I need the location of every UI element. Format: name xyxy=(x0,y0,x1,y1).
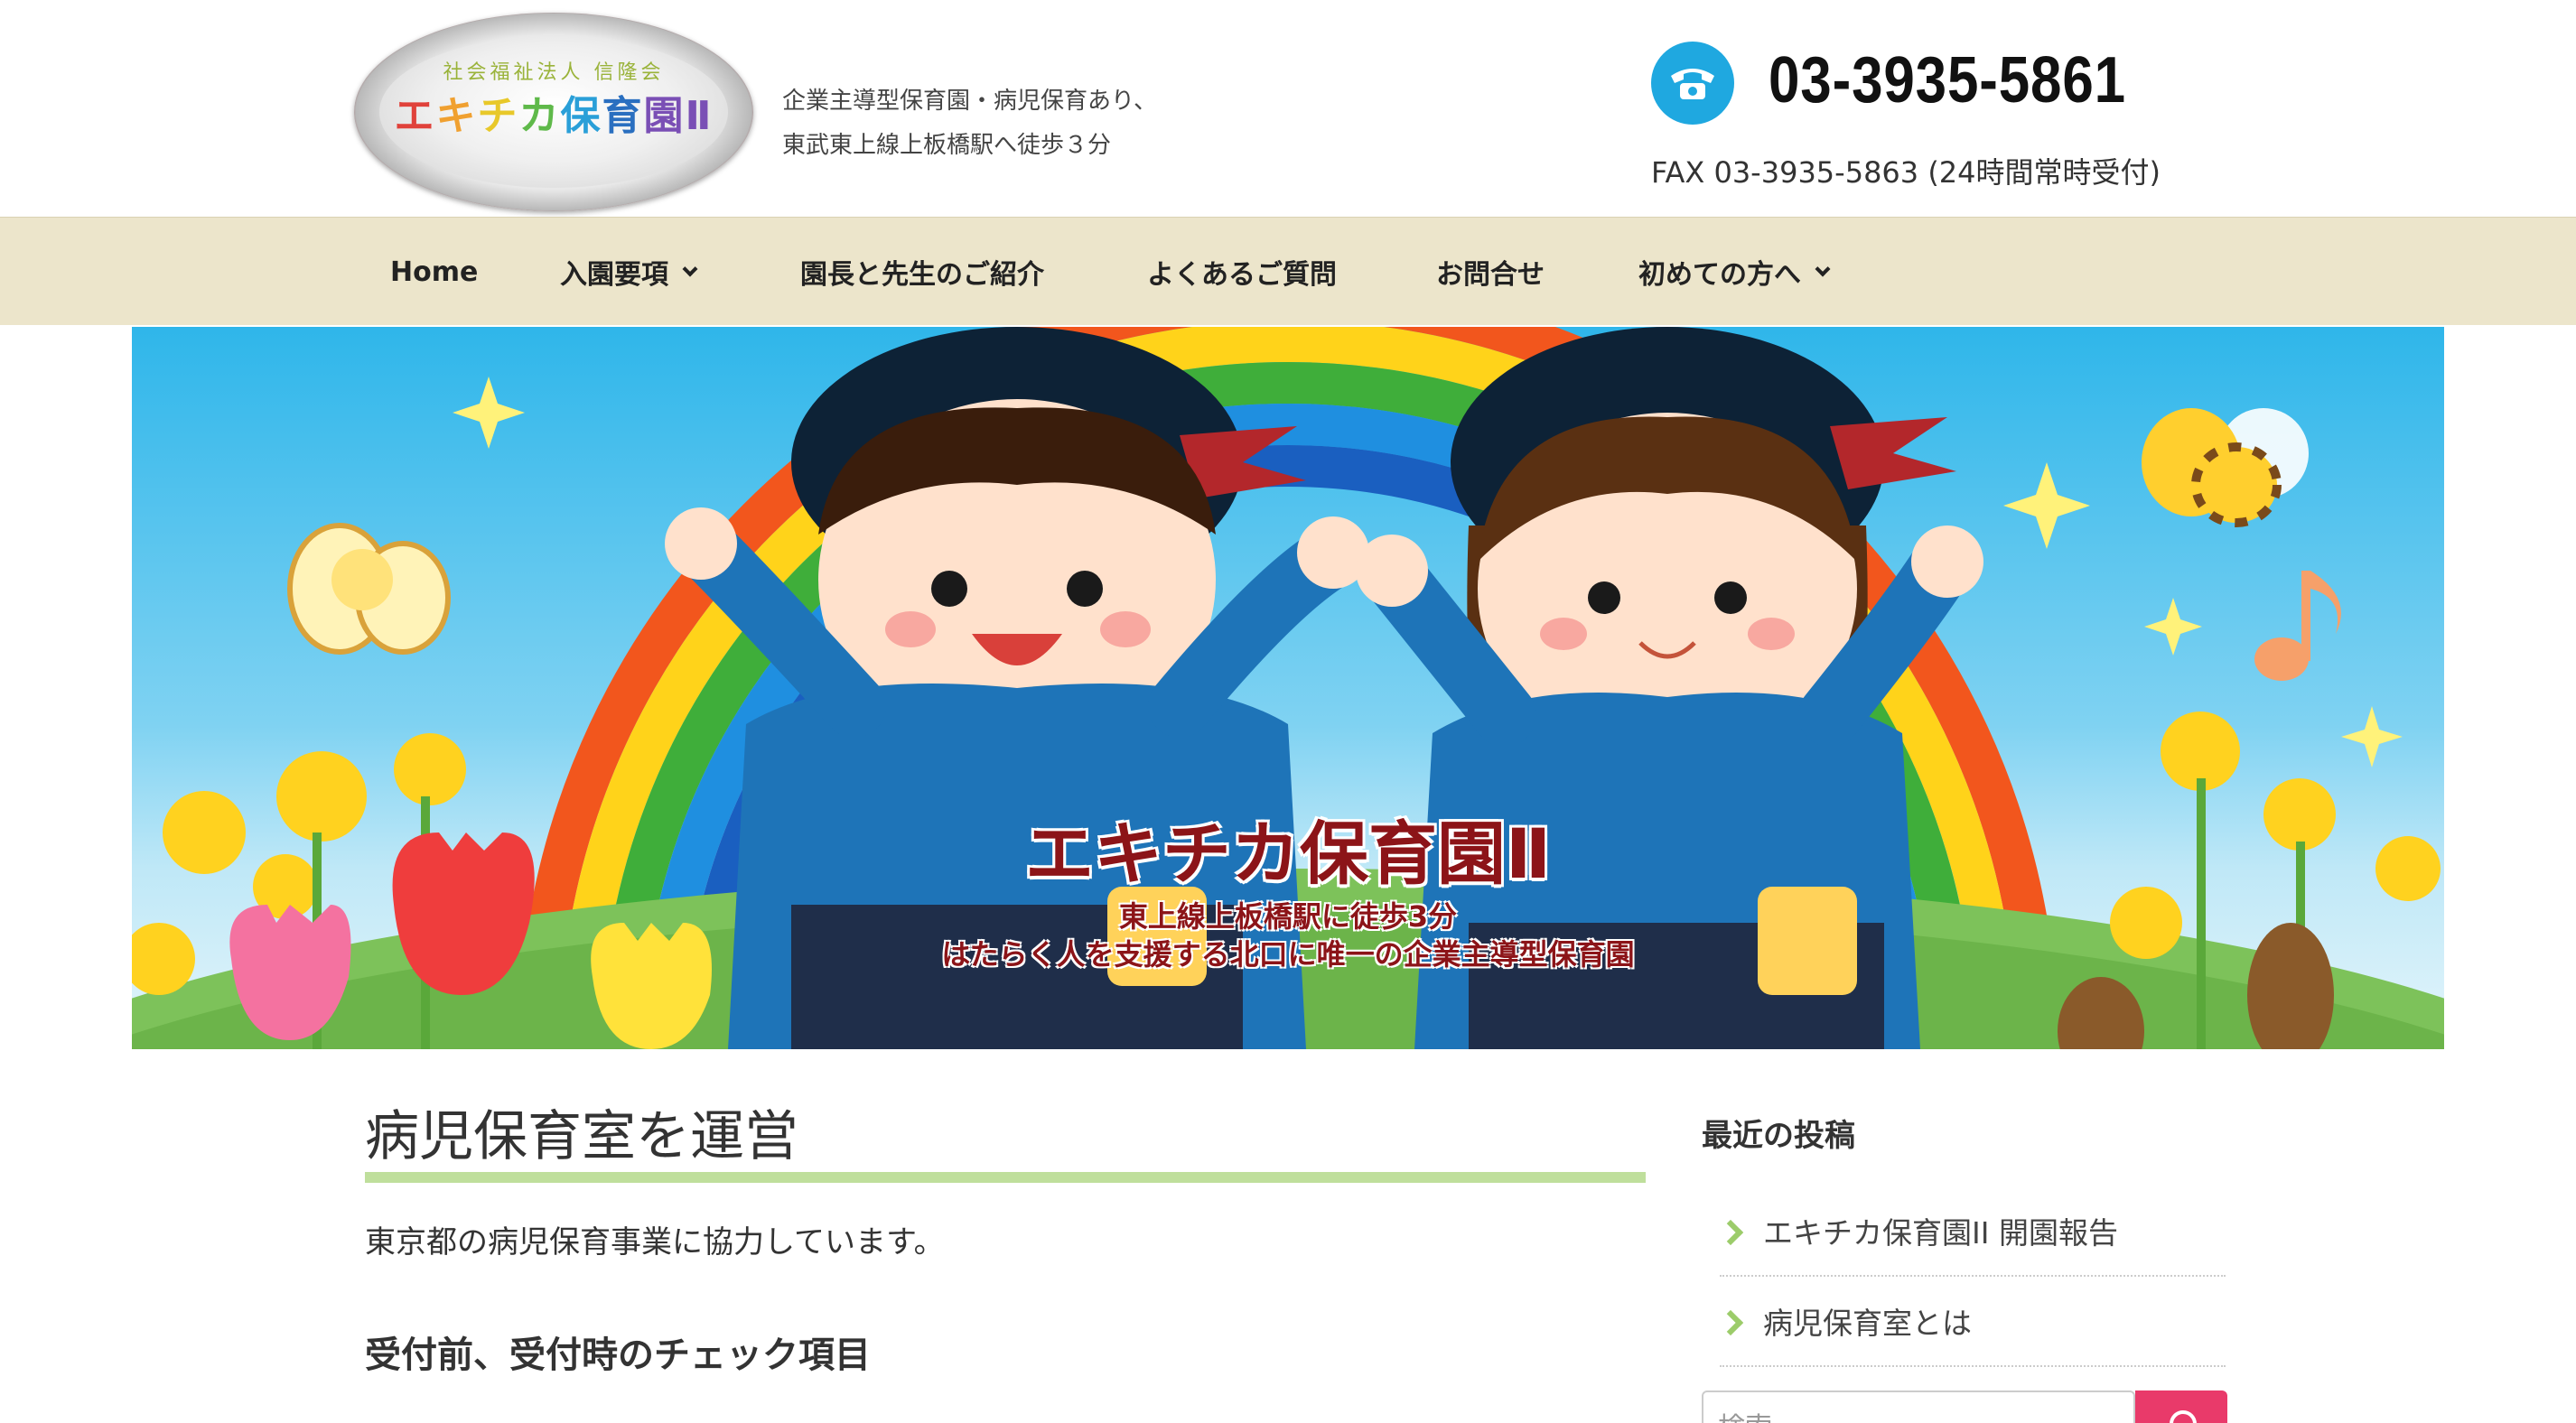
chevron-down-icon xyxy=(1815,261,1831,277)
logo-char: チ xyxy=(477,93,519,139)
hero-title: エキチカ保育園Ⅱ xyxy=(1024,814,1552,894)
search-button[interactable] xyxy=(2135,1390,2227,1423)
title-underline xyxy=(365,1172,1646,1183)
logo-subtitle: 社会福祉法人 信隆会 xyxy=(443,61,665,84)
recent-posts-heading: 最近の投稿 xyxy=(1702,1118,1855,1154)
nav-item-label: お問合せ xyxy=(1436,259,1545,291)
nav-item-first-time[interactable]: 初めての方へ xyxy=(1638,218,1831,326)
logo-char: 保 xyxy=(560,93,602,139)
page-title: 病児保育室を運営 xyxy=(365,1105,798,1168)
nav-item-contact[interactable]: お問合せ xyxy=(1436,218,1545,326)
site-tagline: 企業主導型保育園・病児保育あり、東武東上線上板橋駅へ徒歩３分 xyxy=(782,88,1157,159)
search-input[interactable]: 検索 xyxy=(1702,1390,2135,1423)
nav-item-faq[interactable]: よくあるご質問 xyxy=(1147,218,1337,326)
chevron-right-icon xyxy=(1720,1310,1741,1332)
nav-item-admission[interactable]: 入園要項 xyxy=(560,218,698,326)
nav-item-staff[interactable]: 園長と先生のご紹介 xyxy=(800,218,1044,326)
recent-post-link[interactable]: エキチカ保育園II 開園報告 xyxy=(1720,1186,2226,1277)
logo-char: 園Ⅱ xyxy=(643,93,714,139)
nav-item-label: よくあるご質問 xyxy=(1147,259,1337,291)
logo-char: カ xyxy=(518,93,561,139)
phone-number[interactable]: 03-3935-5861 xyxy=(1769,43,2126,117)
recent-post-label: 病児保育室とは xyxy=(1763,1306,1972,1341)
chevron-down-icon xyxy=(682,261,698,277)
phone-icon xyxy=(1651,42,1734,125)
nav-item-label: Home xyxy=(390,256,479,288)
nav-item-label: 入園要項 xyxy=(560,259,668,291)
nav-item-label: 初めての方へ xyxy=(1638,259,1801,291)
logo-title: エキチカ保育園Ⅱ xyxy=(354,83,753,141)
logo-char: エ xyxy=(394,93,436,139)
hero-line-1: 東上線上板橋駅に徒歩3分 xyxy=(1118,899,1458,934)
nav-item-label: 園長と先生のご紹介 xyxy=(800,259,1044,291)
post-intro: 東京都の病児保育事業に協力しています。 xyxy=(365,1224,945,1260)
section-heading: 受付前、受付時のチェック項目 xyxy=(365,1335,871,1376)
logo-char: 育 xyxy=(602,93,644,139)
hero-banner: エキチカ保育園Ⅱ 東上線上板橋駅に徒歩3分 はたらく人を支援する北口に唯一の企業… xyxy=(132,327,2444,1049)
main-navigation: Home 入園要項 園長と先生のご紹介 よくあるご質問 お問合せ 初めての方へ xyxy=(0,217,2576,325)
hero-line-2: はたらく人を支援する北口に唯一の企業主導型保育園 xyxy=(941,937,1635,972)
nav-item-home[interactable]: Home xyxy=(390,218,478,326)
site-logo[interactable]: 社会福祉法人 信隆会 エキチカ保育園Ⅱ xyxy=(354,13,753,211)
recent-post-label: エキチカ保育園II 開園報告 xyxy=(1763,1215,2118,1251)
site-header: 社会福祉法人 信隆会 エキチカ保育園Ⅱ 企業主導型保育園・病児保育あり、東武東上… xyxy=(0,0,2576,217)
logo-char: キ xyxy=(435,93,478,139)
recent-post-link[interactable]: 病児保育室とは xyxy=(1720,1277,2226,1367)
fax-number: FAX 03-3935-5863 (24時間常時受付) xyxy=(1651,155,2161,190)
chevron-right-icon xyxy=(1720,1220,1741,1242)
